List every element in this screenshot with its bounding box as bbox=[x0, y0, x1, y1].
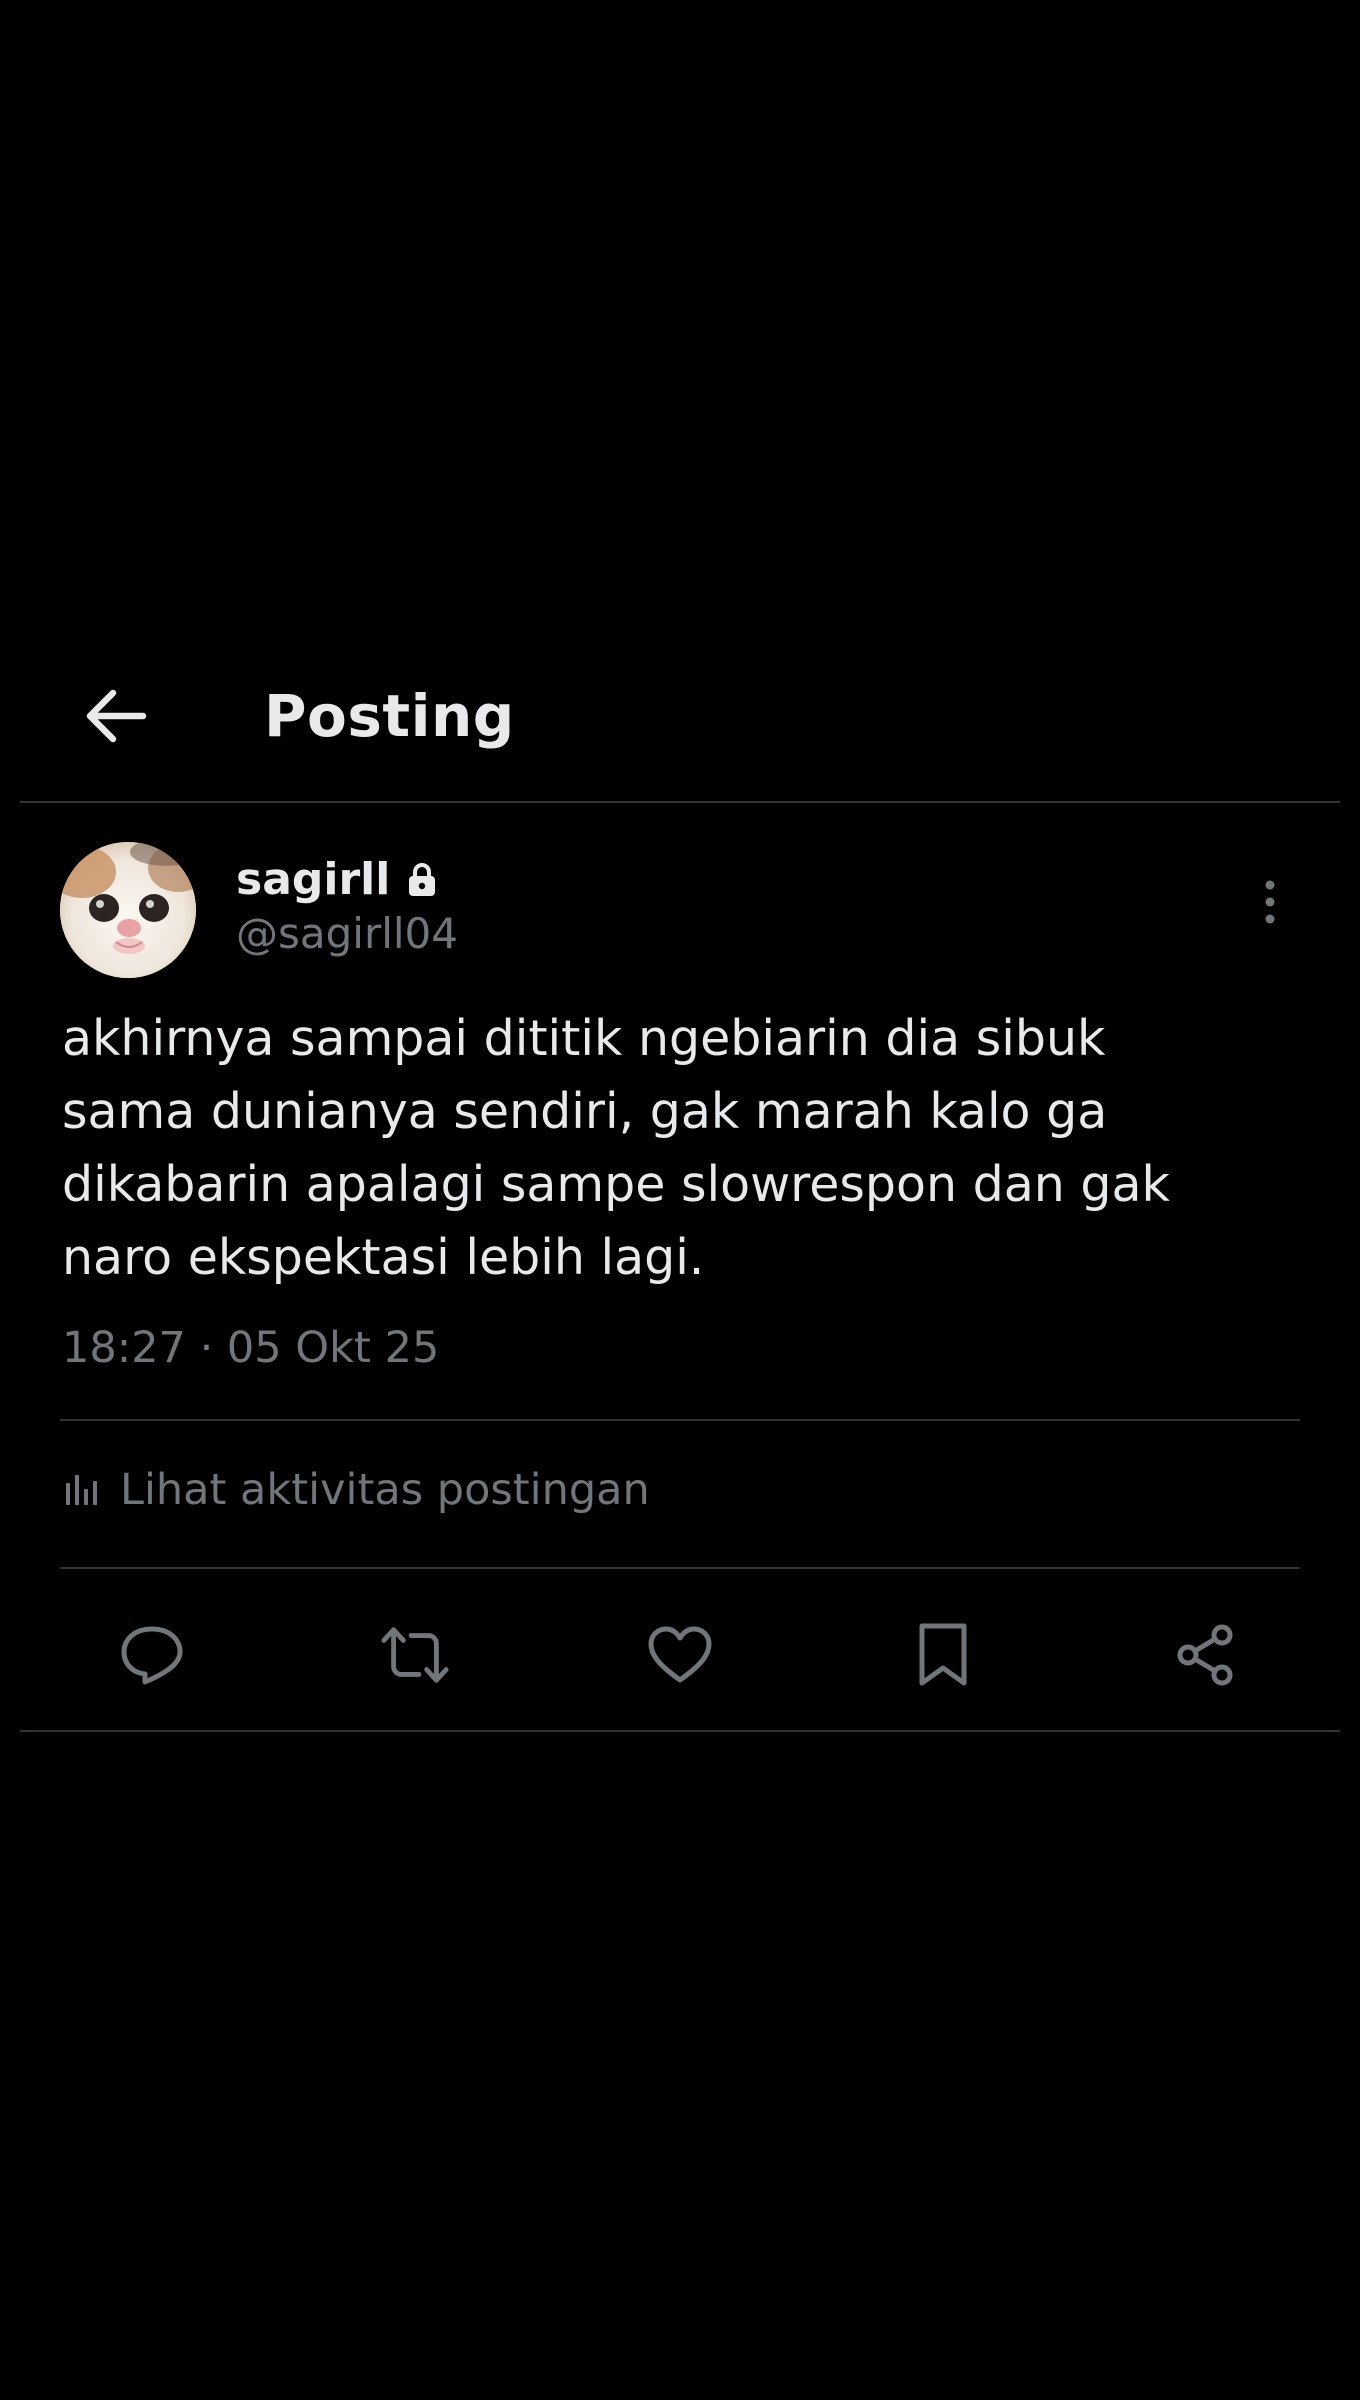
timestamp-divider bbox=[60, 1419, 1300, 1421]
display-name[interactable]: sagirll bbox=[236, 852, 390, 908]
author-name-row[interactable]: sagirll bbox=[236, 852, 438, 908]
author-handle[interactable]: @sagirll04 bbox=[236, 906, 458, 962]
post-activity-link[interactable]: Lihat aktivitas postingan bbox=[62, 1462, 650, 1518]
cat-face-avatar bbox=[60, 842, 196, 978]
post-text: akhirnya sampai dititik ngebiarin dia si… bbox=[62, 1010, 1170, 1286]
header-divider bbox=[20, 801, 1340, 803]
like-button[interactable] bbox=[645, 1620, 715, 1690]
bookmark-icon bbox=[919, 1623, 967, 1686]
arrow-left-icon bbox=[86, 689, 147, 743]
page-title: Posting bbox=[264, 682, 515, 750]
bookmark-button[interactable] bbox=[908, 1620, 978, 1690]
reply-icon bbox=[121, 1626, 183, 1685]
heart-icon bbox=[648, 1626, 712, 1683]
analytics-icon bbox=[66, 1475, 97, 1505]
share-button[interactable] bbox=[1171, 1620, 1241, 1690]
reply-button[interactable] bbox=[117, 1620, 187, 1690]
more-vertical-icon bbox=[1265, 880, 1275, 924]
repost-button[interactable] bbox=[380, 1620, 450, 1690]
header: Posting bbox=[0, 640, 1360, 802]
post-timestamp[interactable]: 18:27 · 05 Okt 25 bbox=[62, 1320, 439, 1376]
share-icon bbox=[1177, 1624, 1233, 1686]
repost-icon bbox=[381, 1627, 449, 1683]
avatar[interactable] bbox=[60, 842, 196, 978]
action-bar bbox=[0, 1602, 1360, 1702]
post-bottom-divider bbox=[20, 1730, 1340, 1732]
more-options-button[interactable] bbox=[1240, 872, 1300, 932]
activity-label: Lihat aktivitas postingan bbox=[120, 1465, 650, 1515]
lock-icon bbox=[406, 861, 438, 899]
back-button[interactable] bbox=[76, 676, 156, 756]
activity-divider bbox=[60, 1567, 1300, 1569]
